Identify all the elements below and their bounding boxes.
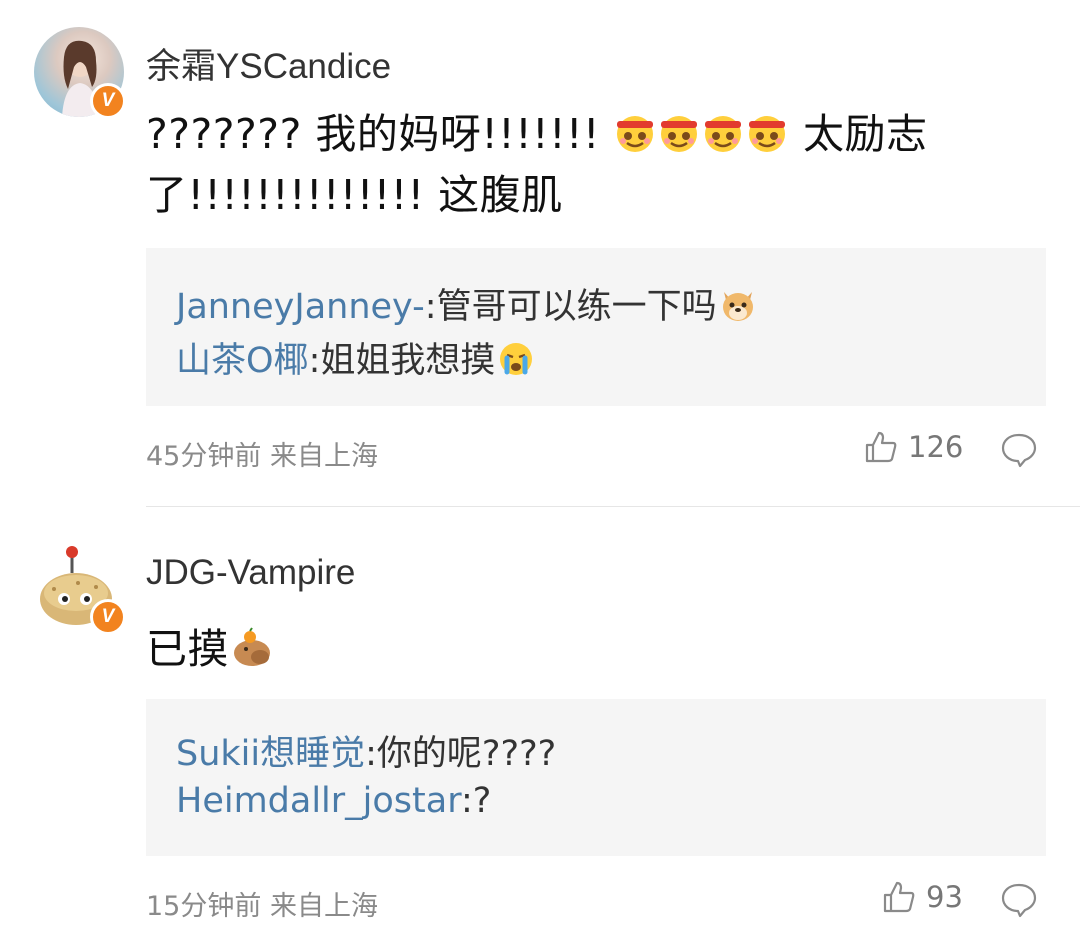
verified-badge: V [90,599,126,635]
reply-text: :姐姐我想摸 [308,341,496,381]
headband-smile-emoji [749,116,786,152]
verified-badge: V [90,83,126,119]
reply-box[interactable]: Sukii想睡觉:你的呢???? Heimdallr_jostar:? [146,699,1046,856]
like-count: 126 [908,430,964,464]
reply-text: :管哥可以练一下吗 [424,287,717,327]
avatar[interactable]: V [34,27,126,119]
headband-smile-emoji [617,116,654,152]
comment-text: ??????? 我的妈呀!!!!!!! [146,110,600,158]
headband-smile-emoji [661,116,698,152]
comment-item: V JDG-Vampire 已摸 Sukii想睡觉:你的呢???? Heimda… [0,507,1080,946]
like-button[interactable]: 93 [882,880,963,914]
emoji-group [613,110,803,158]
comment-content: 已摸 [146,619,1026,680]
thumbs-up-icon [883,881,915,913]
reply-username[interactable]: JanneyJanney- [176,287,425,327]
comment-content: ??????? 我的妈呀!!!!!!! 太励志了!!!!!!!!!!!!!! 这… [146,104,1026,226]
doge-emoji [722,292,753,321]
reply-box[interactable]: JanneyJanney-:管哥可以练一下吗 山茶O椰:姐姐我想摸 [146,248,1046,406]
reply-text: :你的呢???? [365,734,557,774]
username[interactable]: JDG-Vampire [146,553,355,593]
reply-username[interactable]: Sukii想睡觉 [176,734,365,774]
reply-item[interactable]: Sukii想睡觉:你的呢???? [176,725,556,776]
comment-item: V 余霜YSCandice ??????? 我的妈呀!!!!!!! 太励志了!!… [0,0,1080,506]
comment-meta: 45分钟前 来自上海 [146,441,378,472]
comment-bubble-icon[interactable] [1000,432,1038,468]
reply-username[interactable]: Heimdallr_jostar [176,781,461,821]
avatar[interactable]: V [34,543,126,635]
reply-username[interactable]: 山茶O椰 [176,341,309,381]
reply-item[interactable]: JanneyJanney-:管哥可以练一下吗 [176,278,757,329]
comment-meta: 15分钟前 来自上海 [146,891,378,922]
like-button[interactable]: 126 [864,430,963,464]
like-count: 93 [926,880,963,914]
reply-text: :? [461,781,492,821]
crying-emoji [500,343,533,375]
username[interactable]: 余霜YSCandice [146,38,391,89]
comment-text: 已摸 [146,625,229,673]
reply-item[interactable]: Heimdallr_jostar:? [176,781,491,821]
reply-item[interactable]: 山茶O椰:姐姐我想摸 [176,332,535,383]
comment-bubble-icon[interactable] [1000,882,1038,918]
thumbs-up-icon [865,431,897,463]
capybara-emoji [234,627,270,666]
headband-smile-emoji [705,116,742,152]
